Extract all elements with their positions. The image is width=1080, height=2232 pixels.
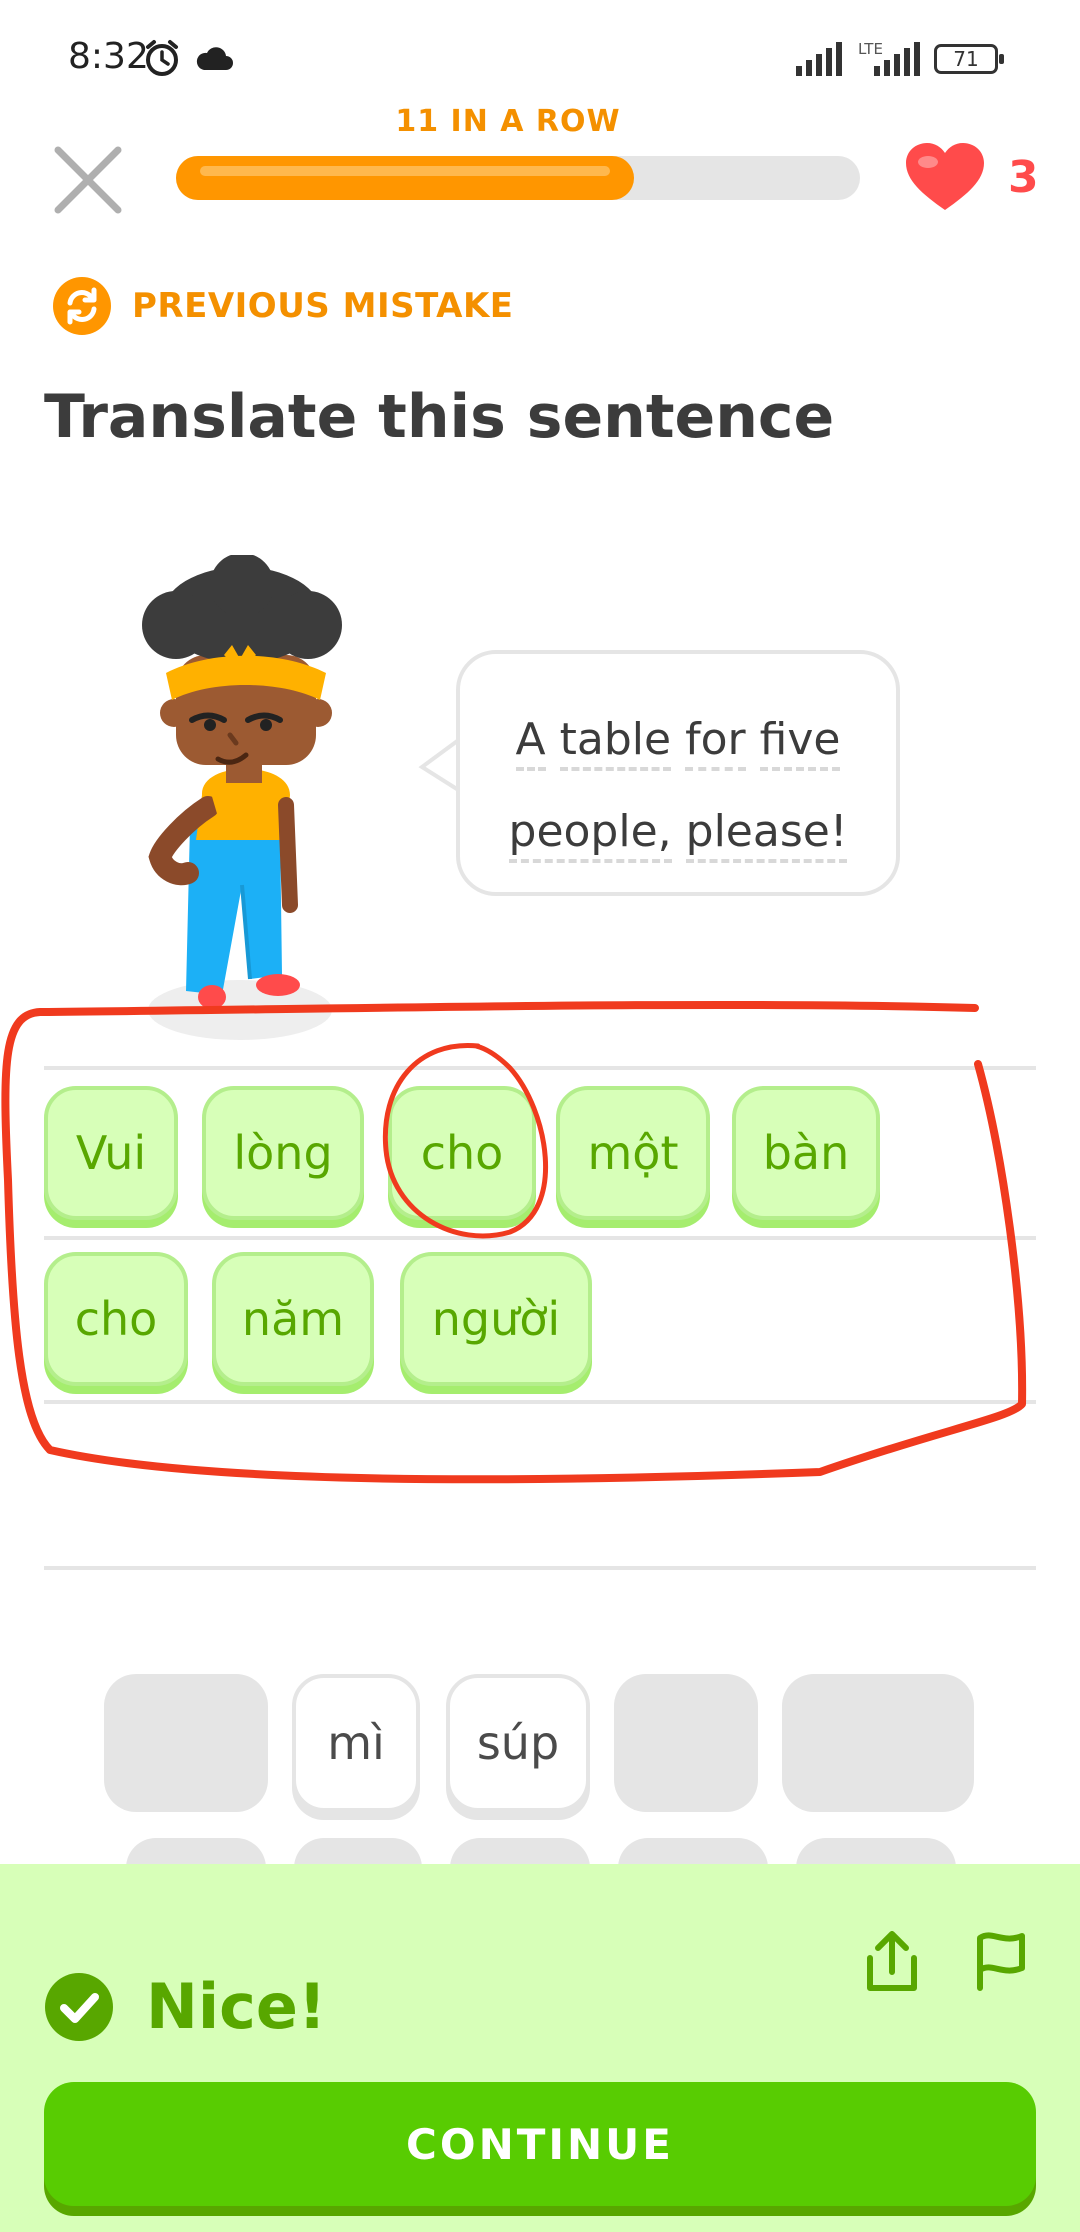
word-bank-chip[interactable]: súp	[446, 1674, 590, 1812]
lesson-progress-bar	[176, 156, 860, 200]
report-flag-icon[interactable]	[972, 1928, 1032, 1994]
answer-line	[44, 1400, 1036, 1404]
answer-word-chip[interactable]: cho	[44, 1252, 188, 1386]
progress-shine	[200, 166, 610, 176]
cloud-icon	[194, 44, 234, 76]
character-illustration	[142, 555, 342, 1040]
alarm-icon	[142, 38, 182, 82]
answer-area-divider	[44, 1566, 1036, 1570]
hearts-count: 3	[1008, 152, 1039, 203]
sentence-word[interactable]: people,	[508, 806, 672, 863]
feedback-panel: Nice! CONTINUE	[0, 1864, 1080, 2232]
answer-word-chip[interactable]: một	[556, 1086, 710, 1220]
share-icon[interactable]	[862, 1928, 922, 1994]
sentence-word[interactable]: five	[759, 714, 841, 771]
signal-icon-2	[872, 40, 924, 76]
word-bank-slot-empty	[104, 1674, 268, 1812]
speech-bubble[interactable]: A table for five people, please!	[456, 650, 900, 896]
sentence-word[interactable]: for	[685, 714, 746, 771]
progress-fill	[176, 156, 634, 200]
answer-word-chip[interactable]: Vui	[44, 1086, 178, 1220]
answer-word-chip[interactable]: năm	[212, 1252, 374, 1386]
continue-button[interactable]: CONTINUE	[44, 2082, 1036, 2206]
answer-line	[44, 1066, 1036, 1070]
answer-word-chip[interactable]: lòng	[202, 1086, 364, 1220]
word-bank-slot-empty	[782, 1674, 974, 1812]
previous-mistake-label: PREVIOUS MISTAKE	[132, 286, 514, 326]
status-bar: 8:32 LTE 71	[0, 0, 1080, 120]
answer-line	[44, 1236, 1036, 1240]
close-icon	[54, 146, 122, 214]
word-bank-slot-empty	[614, 1674, 758, 1812]
result-label: Nice!	[146, 1970, 327, 2043]
streak-label: 11 IN A ROW	[395, 104, 621, 139]
answer-word-chip[interactable]: cho	[388, 1086, 536, 1220]
battery-icon: 71	[934, 44, 1004, 74]
page-title: Translate this sentence	[44, 382, 835, 452]
answer-word-chip[interactable]: người	[400, 1252, 592, 1386]
hearts-counter[interactable]: 3	[904, 142, 1054, 212]
prompt-sentence: A table for five people, please!	[460, 694, 896, 878]
word-bank-chip[interactable]: mì	[292, 1674, 420, 1812]
heart-icon	[906, 143, 984, 210]
signal-icon	[794, 40, 846, 76]
refresh-icon	[53, 277, 111, 335]
status-time: 8:32	[68, 36, 149, 77]
close-button[interactable]	[52, 144, 124, 216]
check-circle-icon	[45, 1973, 113, 2041]
sentence-word[interactable]: please!	[685, 806, 848, 863]
sentence-word[interactable]: A	[515, 714, 546, 771]
answer-word-chip[interactable]: bàn	[732, 1086, 880, 1220]
sentence-word[interactable]: table	[559, 714, 672, 771]
